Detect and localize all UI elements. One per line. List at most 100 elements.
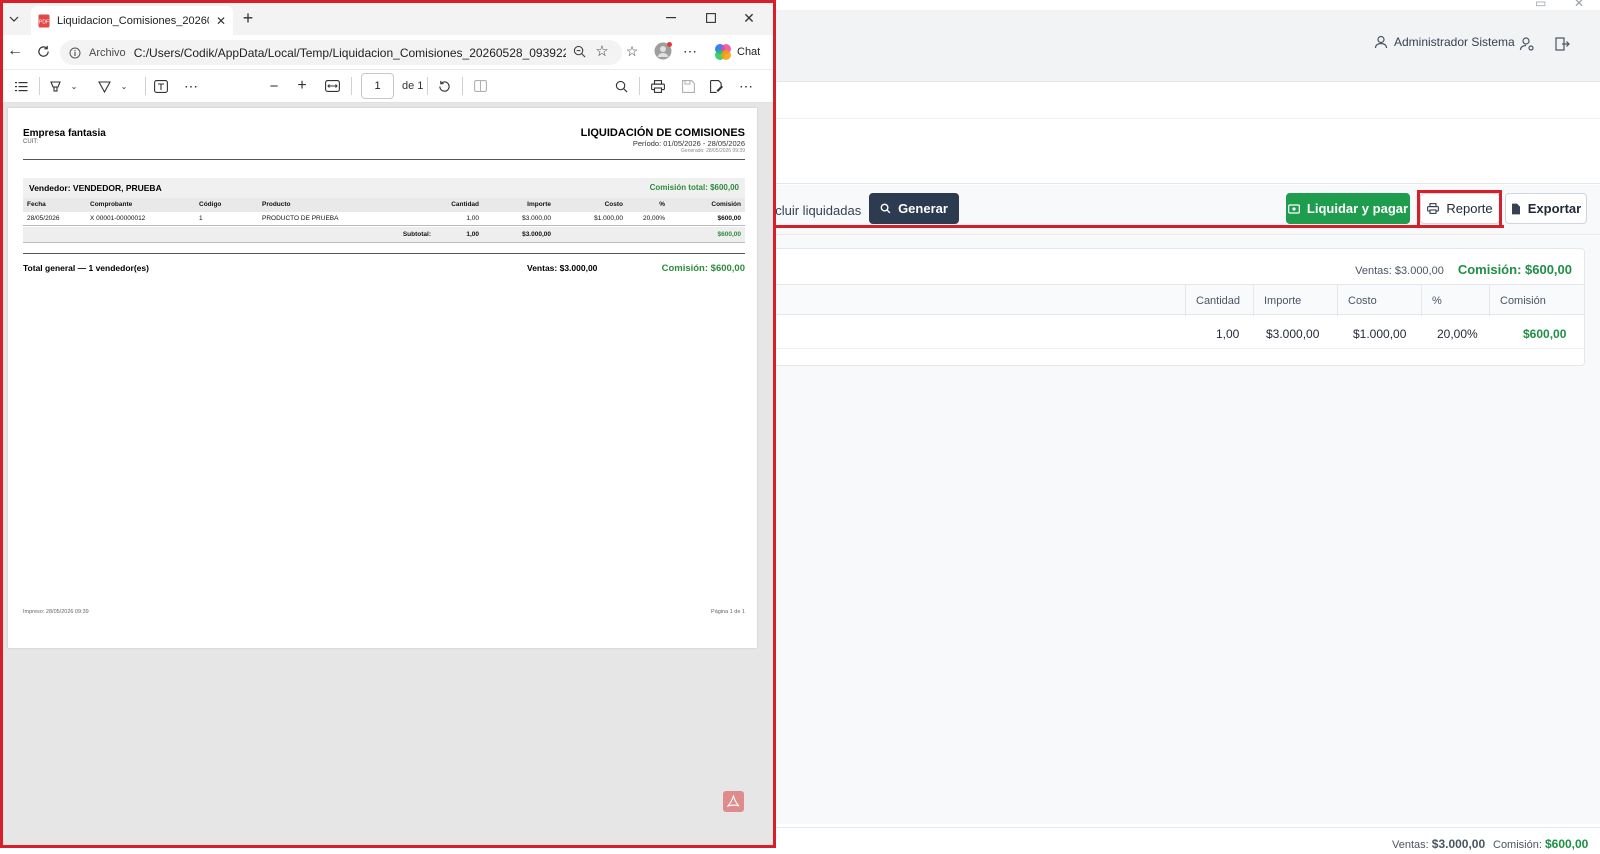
url-text: C:/Users/Codik/AppData/Local/Temp/Liquid… xyxy=(133,45,566,60)
reporte-button[interactable]: Reporte xyxy=(1420,193,1500,224)
incluir-liquidadas-label[interactable]: ncluir liquidadas xyxy=(768,203,861,218)
close-window-icon[interactable]: ✕ xyxy=(1574,0,1584,10)
pdf-page: Empresa fantasia CUIT: LIQUIDACIÓN DE CO… xyxy=(8,108,757,648)
vendor-card: Ventas: $3.000,00 Comisión: $600,00 Cant… xyxy=(770,248,1585,366)
fit-width-icon[interactable] xyxy=(324,78,340,94)
pdf-table-row: 28/05/2026 X 00001-00000012 1 PRODUCTO D… xyxy=(23,212,745,226)
profile-avatar-icon[interactable] xyxy=(653,41,673,61)
new-tab-icon[interactable]: + xyxy=(239,8,257,28)
toolbar-divider xyxy=(462,77,463,95)
tab-pdf[interactable]: PDF Liquidacion_Comisiones_20260528 ✕ xyxy=(31,6,233,35)
page-number-input[interactable]: 1 xyxy=(361,73,394,99)
money-icon xyxy=(1288,203,1300,214)
url-field[interactable]: Archivo C:/Users/Codik/AppData/Local/Tem… xyxy=(60,40,622,65)
col-codigo: Código xyxy=(199,201,222,208)
document-generated: Generado: 28/05/2026 09:39 xyxy=(681,148,745,154)
footer-ventas-value: $3.000,00 xyxy=(1431,837,1486,851)
col-cantidad: Cantidad xyxy=(451,201,479,208)
liquidar-y-pagar-button[interactable]: Liquidar y pagar xyxy=(1286,193,1410,224)
more-tools-icon[interactable]: ⋯ xyxy=(183,78,199,94)
chevron-down-icon[interactable]: ⌄ xyxy=(68,78,80,94)
back-arrow-icon[interactable]: ← xyxy=(7,42,23,59)
th-costo: Costo xyxy=(1348,295,1377,307)
col-porcentaje: % xyxy=(659,201,665,208)
vendor-name: Vendedor: VENDEDOR, PRUEBA xyxy=(29,183,162,193)
zoom-icon[interactable] xyxy=(571,43,587,59)
tab-list-chevron-icon[interactable] xyxy=(6,12,22,26)
save-as-icon[interactable] xyxy=(709,78,725,94)
row-divider xyxy=(771,348,1584,349)
exportar-button[interactable]: Exportar xyxy=(1505,193,1587,224)
subtotal-importe: $3.000,00 xyxy=(522,231,551,238)
subtotal-comision: $600,00 xyxy=(717,231,742,238)
zoom-in-icon[interactable]: + xyxy=(294,77,310,94)
total-rule xyxy=(23,253,745,254)
summary-ventas: Ventas: $3.000,00 xyxy=(1355,265,1444,277)
search-icon xyxy=(880,203,891,214)
tab-close-icon[interactable]: ✕ xyxy=(216,14,226,28)
toolbar-divider xyxy=(351,77,352,95)
minimize-icon[interactable] xyxy=(663,10,679,26)
printer-icon xyxy=(1427,203,1440,214)
refresh-icon[interactable] xyxy=(35,43,51,59)
user-name: Administrador Sistema xyxy=(1394,35,1515,49)
search-icon[interactable] xyxy=(613,78,629,94)
tab-bar: PDF Liquidacion_Comisiones_20260528 ✕ + … xyxy=(3,3,773,35)
page-view-icon[interactable] xyxy=(472,78,488,94)
acrobat-icon[interactable] xyxy=(723,791,744,812)
th-porcentaje: % xyxy=(1432,295,1442,307)
maximize-icon[interactable] xyxy=(703,10,719,26)
pdf-table-header: Fecha Comprobante Código Producto Cantid… xyxy=(23,198,745,212)
td-porcentaje: 20,00% xyxy=(1437,327,1478,341)
favorite-star-icon[interactable]: ☆ xyxy=(594,43,610,60)
cell-comision: $600,00 xyxy=(717,215,742,222)
footer-ventas: Ventas: $3.000,00 xyxy=(1392,837,1485,851)
col-costo: Costo xyxy=(604,201,623,208)
cell-costo: $1.000,00 xyxy=(594,215,623,222)
more-options-icon[interactable]: ⋯ xyxy=(682,43,698,59)
print-icon[interactable] xyxy=(650,78,666,94)
vendor-summary: Ventas: $3.000,00 Comisión: $600,00 xyxy=(1355,262,1572,277)
zoom-out-icon[interactable]: − xyxy=(266,78,282,95)
highlight-underline xyxy=(762,225,1504,228)
user-settings-icon[interactable] xyxy=(1517,34,1537,54)
url-scheme: Archivo xyxy=(89,46,126,59)
document-icon xyxy=(1511,203,1520,214)
svg-text:PDF: PDF xyxy=(39,19,49,25)
chat-label: Chat xyxy=(737,46,761,58)
cell-producto: PRODUCTO DE PRUEBA xyxy=(262,215,339,222)
pdf-viewer-window: PDF Liquidacion_Comisiones_20260528 ✕ + … xyxy=(0,0,776,848)
text-box-icon[interactable] xyxy=(153,78,169,94)
printed-timestamp: Impreso: 28/05/2026 09:39 xyxy=(23,609,89,615)
generar-button[interactable]: Generar xyxy=(869,193,959,224)
header-rule xyxy=(23,159,745,160)
total-comision: Comisión: $600,00 xyxy=(661,263,745,274)
close-icon[interactable]: ✕ xyxy=(741,10,757,26)
settings-more-icon[interactable]: ⋯ xyxy=(738,78,754,94)
logout-icon[interactable] xyxy=(1552,34,1572,54)
page-footer-label: Página 1 de 1 xyxy=(711,609,745,615)
draw-icon[interactable] xyxy=(96,78,112,94)
restore-window-icon[interactable]: ▭ xyxy=(1535,0,1546,10)
contents-list-icon[interactable] xyxy=(13,78,29,94)
copilot-chat-button[interactable]: Chat xyxy=(714,43,760,61)
col-fecha: Fecha xyxy=(27,201,46,208)
rotate-icon[interactable] xyxy=(436,78,452,94)
footer-comision-label: Comisión: xyxy=(1493,839,1542,851)
td-costo: $1.000,00 xyxy=(1353,327,1407,341)
save-icon[interactable] xyxy=(680,78,696,94)
highlight-icon[interactable] xyxy=(47,78,63,94)
total-ventas: Ventas: $3.000,00 xyxy=(527,263,598,273)
cell-codigo: 1 xyxy=(199,215,203,222)
chevron-down-icon[interactable]: ⌄ xyxy=(118,78,130,94)
td-comision: $600,00 xyxy=(1523,327,1567,341)
document-title: LIQUIDACIÓN DE COMISIONES xyxy=(580,127,745,139)
favorites-list-icon[interactable]: ☆ xyxy=(624,43,640,59)
summary-comision: Comisión: $600,00 xyxy=(1457,262,1572,277)
user-info[interactable]: Administrador Sistema xyxy=(1374,35,1515,49)
address-bar: ← Archivo C:/Users/Codik/AppData/Local/T… xyxy=(3,35,773,69)
footer-ventas-label: Ventas: xyxy=(1392,839,1429,851)
column-divider xyxy=(1253,285,1254,316)
cell-fecha: 28/05/2026 xyxy=(27,215,60,222)
toolbar-divider xyxy=(145,77,146,95)
